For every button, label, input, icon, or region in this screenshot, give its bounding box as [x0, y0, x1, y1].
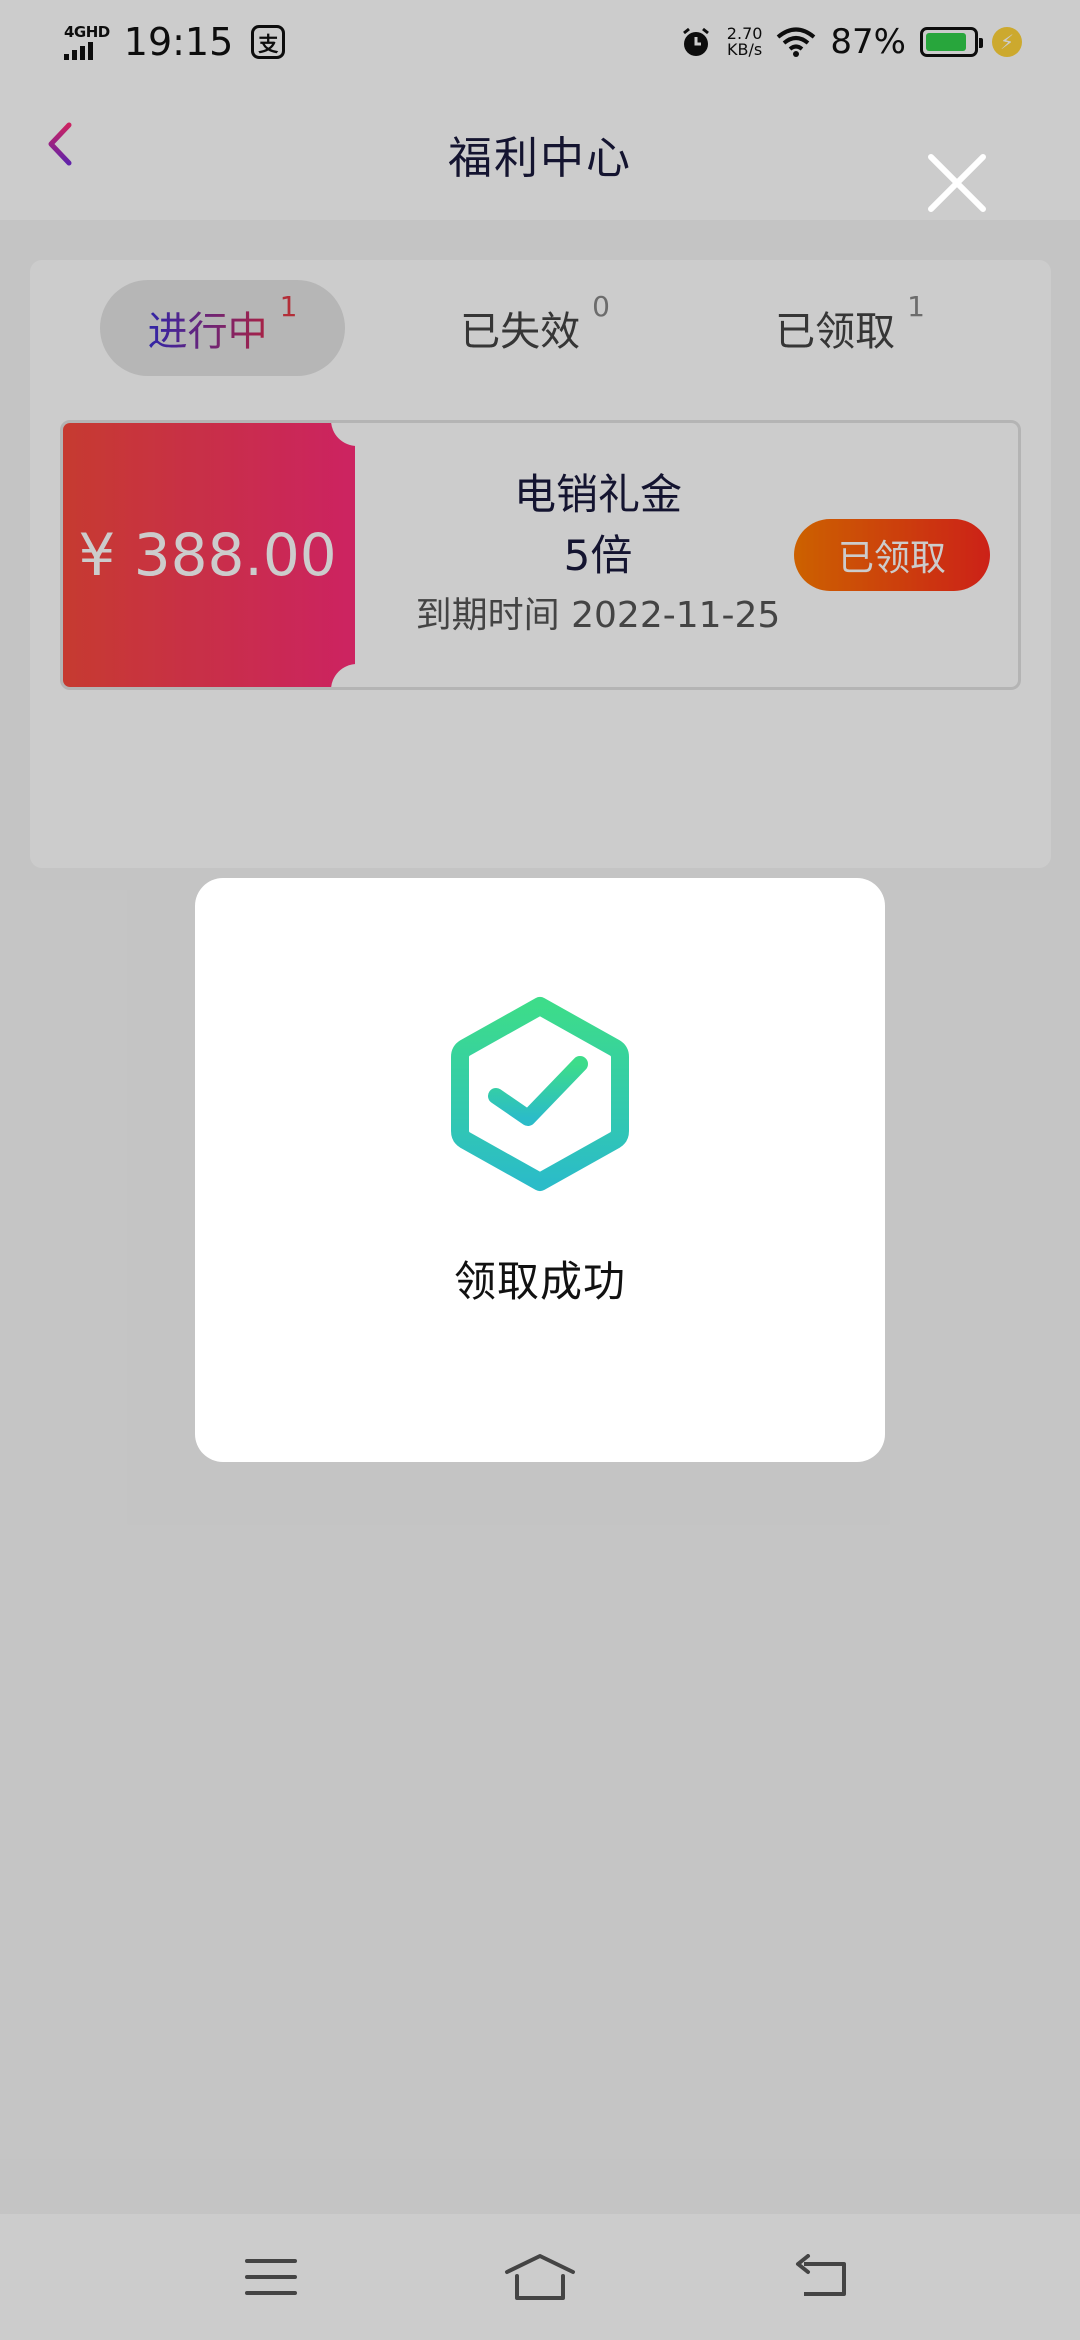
modal-overlay[interactable]: 领取成功: [0, 0, 1080, 2340]
success-dialog: 领取成功: [195, 878, 885, 1462]
check-hexagon-icon: [451, 997, 629, 1191]
close-icon: [928, 154, 986, 212]
success-message: 领取成功: [453, 1257, 626, 1306]
close-button[interactable]: [926, 152, 988, 214]
